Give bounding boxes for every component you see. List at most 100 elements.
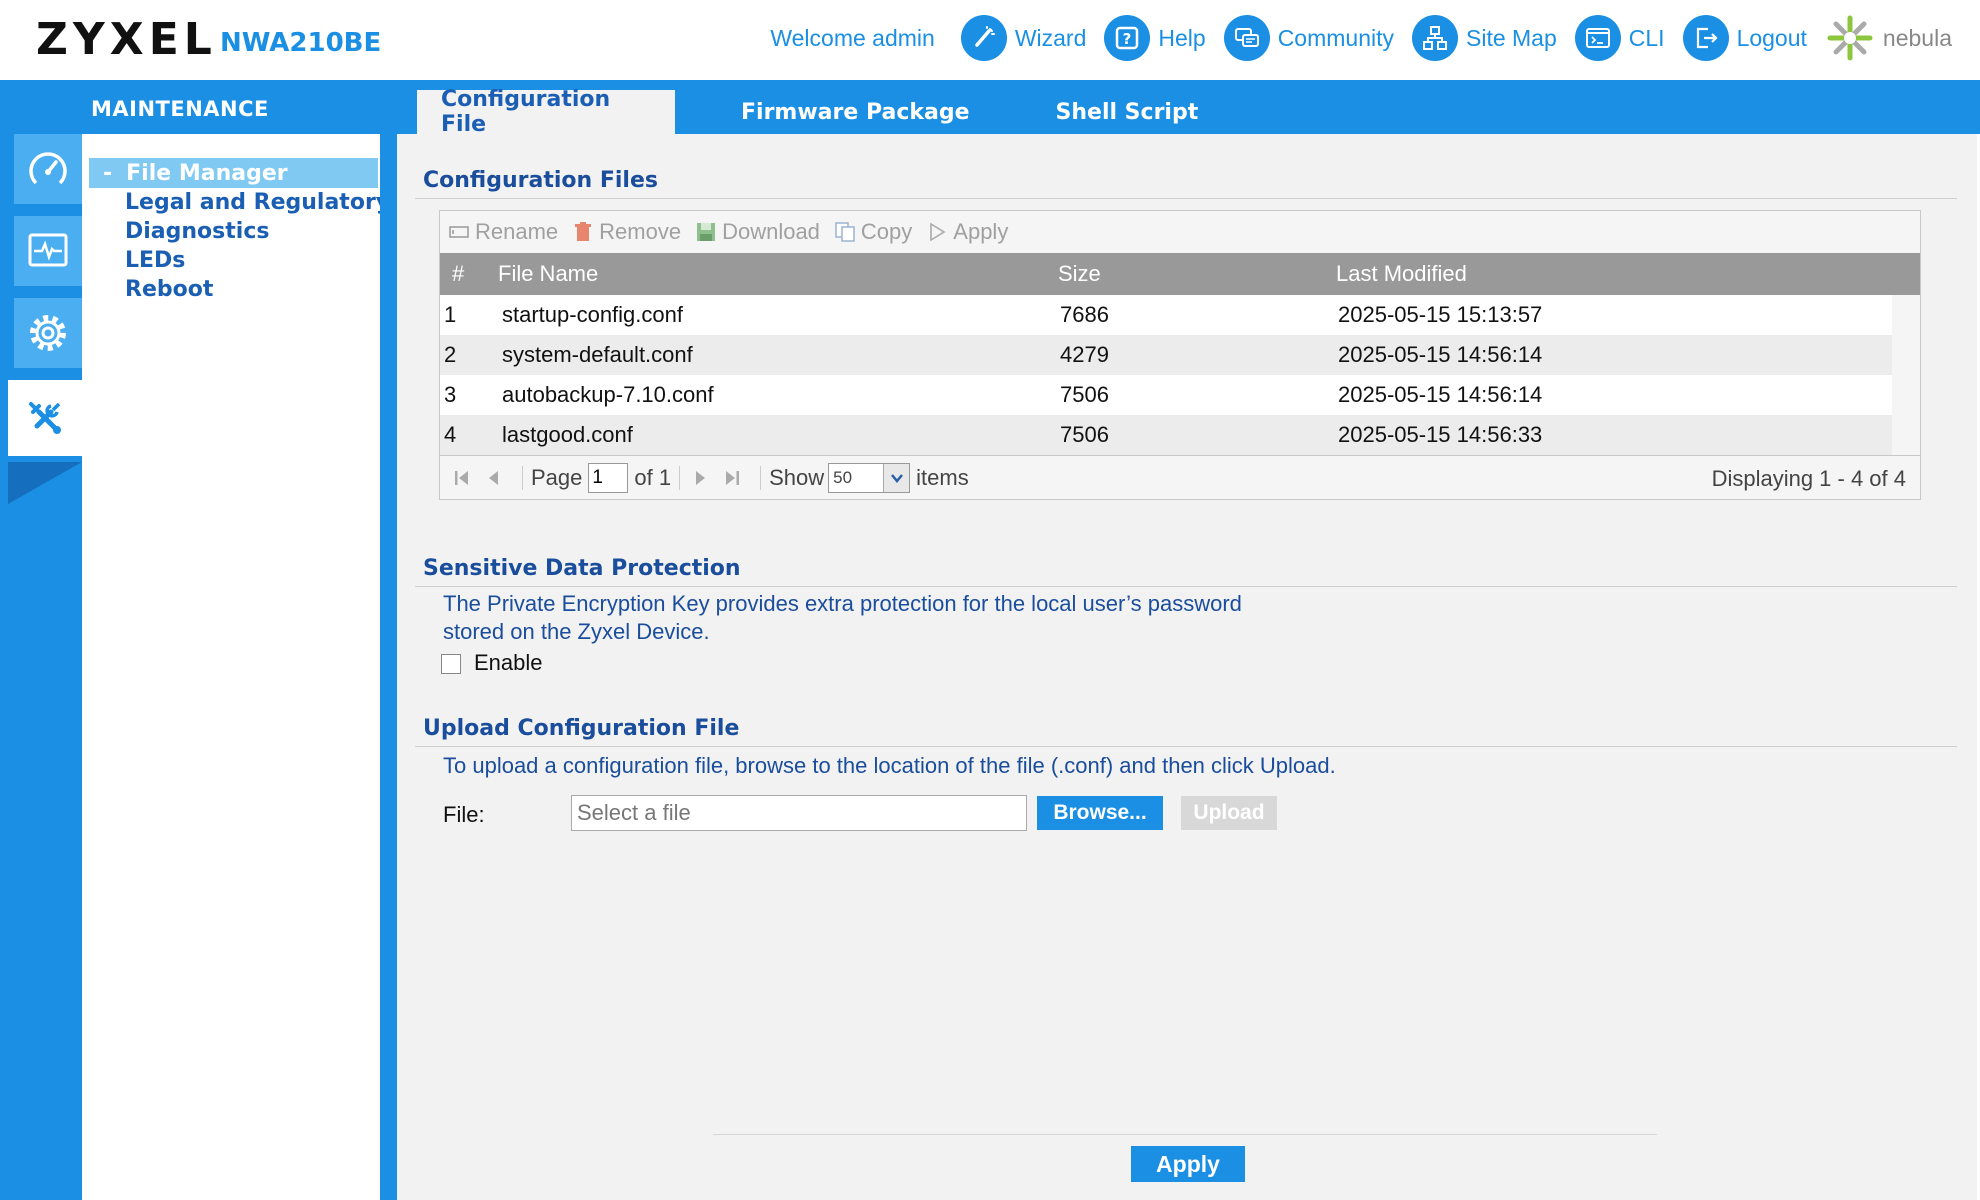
pagination-bar: Page of 1 Show 50 items Displaying 1 - 4… (440, 455, 1920, 499)
apply-toolbar-label: Apply (953, 219, 1009, 244)
copy-button[interactable]: Copy (834, 219, 912, 245)
cli-label: CLI (1628, 24, 1665, 51)
wizard-link[interactable]: Wizard (960, 15, 1086, 61)
file-select-input[interactable]: Select a file (571, 795, 1027, 831)
sensitive-desc-line-2: stored on the Zyxel Device. (443, 619, 710, 644)
nebula-icon (1827, 15, 1873, 61)
last-page-button[interactable] (720, 466, 744, 490)
chevron-down-icon (883, 463, 910, 492)
remove-label: Remove (599, 219, 682, 244)
table-row[interactable]: 1 startup-config.conf 7686 2025-05-15 15… (440, 295, 1892, 335)
upload-config-title: Upload Configuration File (423, 716, 740, 741)
sidebar-item-label: File Manager (126, 160, 288, 186)
rail-maintenance[interactable] (8, 380, 82, 456)
apply-button[interactable]: Apply (1131, 1146, 1245, 1182)
show-label: Show (769, 464, 825, 490)
rail-shadow (8, 462, 82, 504)
sensitive-desc-line-1: The Private Encryption Key provides extr… (443, 591, 1242, 616)
cell-size: 7506 (1060, 422, 1109, 447)
brand-logo: ZYXEL (36, 14, 217, 65)
configuration-gear-icon (30, 315, 66, 351)
cell-size: 7506 (1060, 382, 1109, 407)
community-link[interactable]: Community (1223, 15, 1394, 61)
table-row[interactable]: 2 system-default.conf 4279 2025-05-15 14… (440, 335, 1892, 375)
download-icon (697, 223, 716, 241)
table-row[interactable]: 4 lastgood.conf 7506 2025-05-15 14:56:33 (440, 415, 1892, 455)
cell-num: 3 (444, 382, 457, 407)
page-label: Page (531, 464, 583, 490)
cell-file-name: lastgood.conf (502, 422, 633, 447)
nebula-label: nebula (1882, 24, 1952, 51)
col-header-last-modified[interactable]: Last Modified (1336, 261, 1467, 287)
active-marker: - (103, 160, 113, 186)
page-size-select[interactable]: 50 (828, 462, 911, 493)
upload-button[interactable]: Upload (1181, 796, 1277, 830)
download-button[interactable]: Download (695, 219, 820, 245)
rename-icon (449, 226, 469, 238)
cell-file-name: autobackup-7.10.conf (502, 382, 714, 407)
next-page-button[interactable] (688, 466, 712, 490)
cell-num: 2 (444, 342, 457, 367)
rail-configuration[interactable] (14, 298, 82, 368)
sitemap-link[interactable]: Site Map (1412, 15, 1557, 61)
icon-rail (0, 134, 82, 1200)
top-header: ZYXEL NWA210BE Welcome admin Wizard ? He… (0, 0, 1980, 80)
first-page-icon (455, 470, 468, 485)
rail-monitor[interactable] (14, 216, 82, 286)
sidebar-item-leds[interactable]: LEDs (89, 245, 185, 275)
rename-button[interactable]: Rename (448, 219, 558, 245)
community-icon (1223, 15, 1270, 61)
tab-bar: Configuration File Firmware Package Shel… (417, 87, 1223, 137)
sensitive-data-title: Sensitive Data Protection (423, 556, 741, 581)
download-label: Download (722, 219, 820, 244)
displaying-count: Displaying 1 - 4 of 4 (1711, 466, 1906, 491)
tab-shell-script[interactable]: Shell Script (1032, 90, 1223, 134)
remove-button[interactable]: Remove (572, 219, 681, 245)
col-header-num[interactable]: # (452, 261, 464, 287)
sidebar-item-diagnostics[interactable]: Diagnostics (89, 216, 269, 246)
tab-configuration-file[interactable]: Configuration File (417, 87, 675, 137)
logout-link[interactable]: Logout (1682, 15, 1807, 61)
cli-link[interactable]: CLI (1574, 15, 1665, 61)
col-header-file-name[interactable]: File Name (498, 261, 598, 287)
maintenance-title: MAINTENANCE (91, 97, 269, 121)
cell-last-modified: 2025-05-15 14:56:14 (1338, 342, 1543, 367)
trash-icon (575, 222, 592, 241)
items-label: items (916, 464, 969, 490)
apply-toolbar-button[interactable]: Apply (926, 219, 1008, 245)
cell-num: 4 (444, 422, 457, 447)
play-icon (930, 222, 946, 242)
sidebar-item-legal[interactable]: Legal and Regulatory (89, 187, 390, 217)
copy-icon (835, 222, 855, 242)
cell-last-modified: 2025-05-15 14:56:33 (1338, 422, 1543, 447)
page-number-input[interactable] (588, 462, 629, 493)
cli-icon (1574, 15, 1621, 61)
sidebar-edge (380, 134, 397, 1200)
sidebar-item-reboot[interactable]: Reboot (89, 274, 213, 304)
pager-separator (522, 465, 523, 490)
divider (415, 586, 1957, 587)
help-link[interactable]: ? Help (1104, 15, 1206, 61)
config-files-title: Configuration Files (423, 168, 658, 193)
nebula-link[interactable]: nebula (1825, 13, 1952, 63)
browse-button[interactable]: Browse... (1037, 796, 1163, 830)
sitemap-label: Site Map (1466, 24, 1557, 51)
first-page-button[interactable] (450, 466, 474, 490)
table-row[interactable]: 3 autobackup-7.10.conf 7506 2025-05-15 1… (440, 375, 1892, 415)
file-label: File: (443, 802, 485, 827)
col-header-size[interactable]: Size (1058, 261, 1101, 287)
sidebar-item-file-manager[interactable]: - File Manager (89, 158, 378, 188)
footer-divider (713, 1134, 1657, 1135)
rename-label: Rename (475, 219, 559, 244)
tab-firmware-package[interactable]: Firmware Package (717, 90, 994, 134)
prev-page-icon (489, 470, 498, 485)
sitemap-icon (1412, 15, 1458, 61)
upload-description: To upload a configuration file, browse t… (443, 753, 1336, 778)
cell-num: 1 (444, 302, 457, 327)
device-model: NWA210BE (220, 28, 382, 58)
prev-page-button[interactable] (482, 466, 506, 490)
top-links: Welcome admin Wizard ? Help Community Si… (770, 10, 1952, 66)
rail-dashboard[interactable] (14, 134, 82, 204)
enable-checkbox[interactable] (441, 654, 461, 674)
cell-last-modified: 2025-05-15 14:56:14 (1338, 382, 1543, 407)
